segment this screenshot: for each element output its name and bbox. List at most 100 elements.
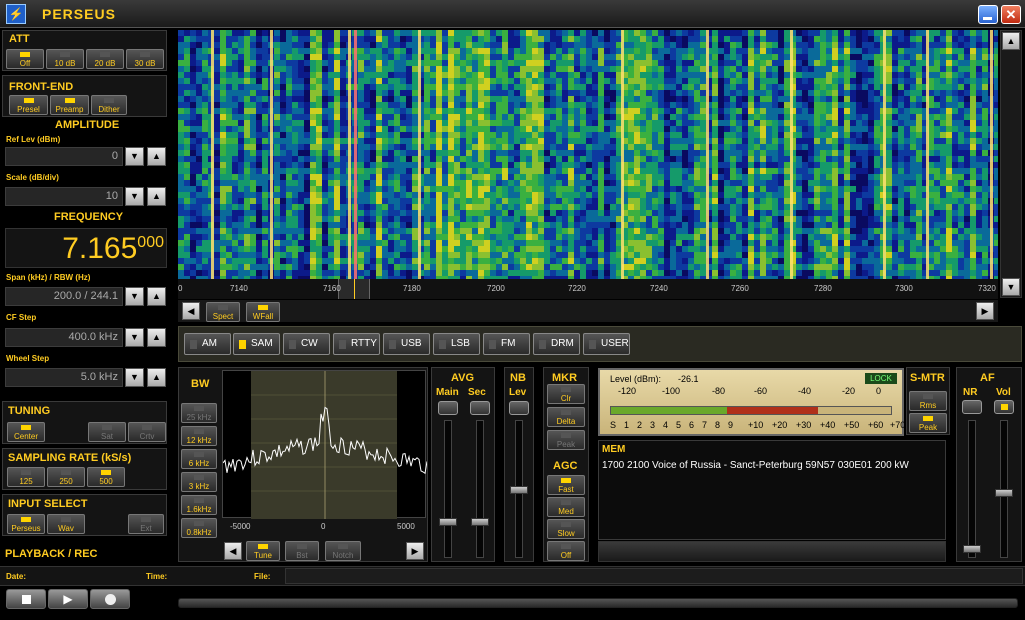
wheel-step-up-button[interactable]: ▲ [147, 368, 166, 387]
waterfall-cell [940, 228, 946, 234]
presel-button[interactable]: Presel [9, 95, 48, 115]
waterfall-cell [886, 90, 892, 96]
cf-step-field[interactable]: 400.0 kHz [5, 328, 123, 347]
waterfall-cell [688, 132, 694, 138]
wheel-step-field[interactable]: 5.0 kHz [5, 368, 123, 387]
waterfall-cell [388, 120, 394, 126]
waterfall-cell [322, 36, 328, 42]
waterfall-cell [334, 210, 340, 216]
waterfall-cell [808, 144, 814, 150]
waterfall-display[interactable] [178, 30, 998, 279]
waterfall-cell [412, 60, 418, 66]
waterfall-cell [658, 192, 664, 198]
cf-step-up-button[interactable]: ▲ [147, 328, 166, 347]
att-30db-button[interactable]: 30 dB [126, 49, 164, 69]
waterfall-cell [472, 96, 478, 102]
waterfall-cell [580, 102, 586, 108]
ref-level-down-button[interactable]: ▼ [125, 147, 144, 166]
ref-level-up-button[interactable]: ▲ [147, 147, 166, 166]
waterfall-cell [826, 102, 832, 108]
close-button[interactable]: ✕ [1001, 5, 1021, 24]
att-20db-button[interactable]: 20 dB [86, 49, 124, 69]
waterfall-cell [646, 78, 652, 84]
waterfall-cell [808, 186, 814, 192]
waterfall-cell [448, 240, 454, 246]
waterfall-cell [256, 78, 262, 84]
waterfall-cell [982, 90, 988, 96]
waterfall-cell [412, 132, 418, 138]
waterfall-cell [556, 228, 562, 234]
waterfall-cell [850, 138, 856, 144]
att-off-button[interactable]: Off [6, 49, 44, 69]
waterfall-cell [676, 156, 682, 162]
waterfall-cell [304, 84, 310, 90]
crtv-button[interactable]: Crtv [128, 422, 166, 442]
waterfall-cell [796, 198, 802, 204]
waterfall-cell [676, 30, 682, 36]
waterfall-cell [304, 174, 310, 180]
scale-field[interactable]: 10 [5, 187, 123, 206]
waterfall-cell [820, 66, 826, 72]
waterfall-cell [250, 204, 256, 210]
waterfall-cell [802, 180, 808, 186]
preamp-button[interactable]: Preamp [50, 95, 89, 115]
input-ext-button[interactable]: Ext [128, 514, 164, 534]
waterfall-cell [412, 210, 418, 216]
span-field[interactable]: 200.0 / 244.1 [5, 287, 123, 306]
span-up-button[interactable]: ▲ [147, 287, 166, 306]
ref-level-field[interactable]: 0 [5, 147, 123, 166]
waterfall-cell [532, 96, 538, 102]
sat-button[interactable]: Sat [88, 422, 126, 442]
cf-step-down-button[interactable]: ▼ [125, 328, 144, 347]
stop-button[interactable] [6, 589, 46, 609]
waterfall-cell [190, 156, 196, 162]
playback-progress-bar[interactable] [178, 598, 1018, 608]
waterfall-cell [844, 132, 850, 138]
waterfall-cell [844, 96, 850, 102]
waterfall-cell [904, 228, 910, 234]
sample-500-button[interactable]: 500 [87, 467, 125, 487]
waterfall-cell [970, 78, 976, 84]
minimize-button[interactable] [978, 5, 998, 24]
waterfall-cell [976, 66, 982, 72]
waterfall-cell [244, 168, 250, 174]
sample-250-button[interactable]: 250 [47, 467, 85, 487]
waterfall-cell [940, 210, 946, 216]
waterfall-cell [184, 72, 190, 78]
waterfall-cell [544, 216, 550, 222]
waterfall-cell [394, 144, 400, 150]
center-button[interactable]: Center [7, 422, 45, 442]
frequency-display[interactable]: 7.165000 [5, 228, 167, 268]
waterfall-cell [454, 96, 460, 102]
waterfall-cell [604, 168, 610, 174]
waterfall-cell [478, 228, 484, 234]
waterfall-cell [574, 30, 580, 36]
waterfall-cell [832, 84, 838, 90]
waterfall-cell [862, 60, 868, 66]
wheel-step-down-button[interactable]: ▼ [125, 368, 144, 387]
waterfall-cell [316, 198, 322, 204]
play-button[interactable]: ▶ [48, 589, 88, 609]
waterfall-cell [538, 48, 544, 54]
waterfall-cell [862, 30, 868, 36]
waterfall-cell [196, 66, 202, 72]
waterfall-cell [952, 30, 958, 36]
scale-down-button[interactable]: ▼ [125, 187, 144, 206]
input-perseus-button[interactable]: Perseus [7, 514, 45, 534]
waterfall-cell [460, 90, 466, 96]
waterfall-cell [628, 60, 634, 66]
scale-up-button[interactable]: ▲ [147, 187, 166, 206]
span-down-button[interactable]: ▼ [125, 287, 144, 306]
waterfall-cell [388, 180, 394, 186]
waterfall-cell [256, 174, 262, 180]
dither-button[interactable]: Dither [91, 95, 127, 115]
waterfall-cell [388, 60, 394, 66]
waterfall-cell [646, 174, 652, 180]
input-wav-button[interactable]: Wav [47, 514, 85, 534]
waterfall-cell [712, 234, 718, 240]
waterfall-cell [628, 156, 634, 162]
att-10db-button[interactable]: 10 dB [46, 49, 84, 69]
sample-125-button[interactable]: 125 [7, 467, 45, 487]
waterfall-cell [442, 162, 448, 168]
record-button[interactable] [90, 589, 130, 609]
